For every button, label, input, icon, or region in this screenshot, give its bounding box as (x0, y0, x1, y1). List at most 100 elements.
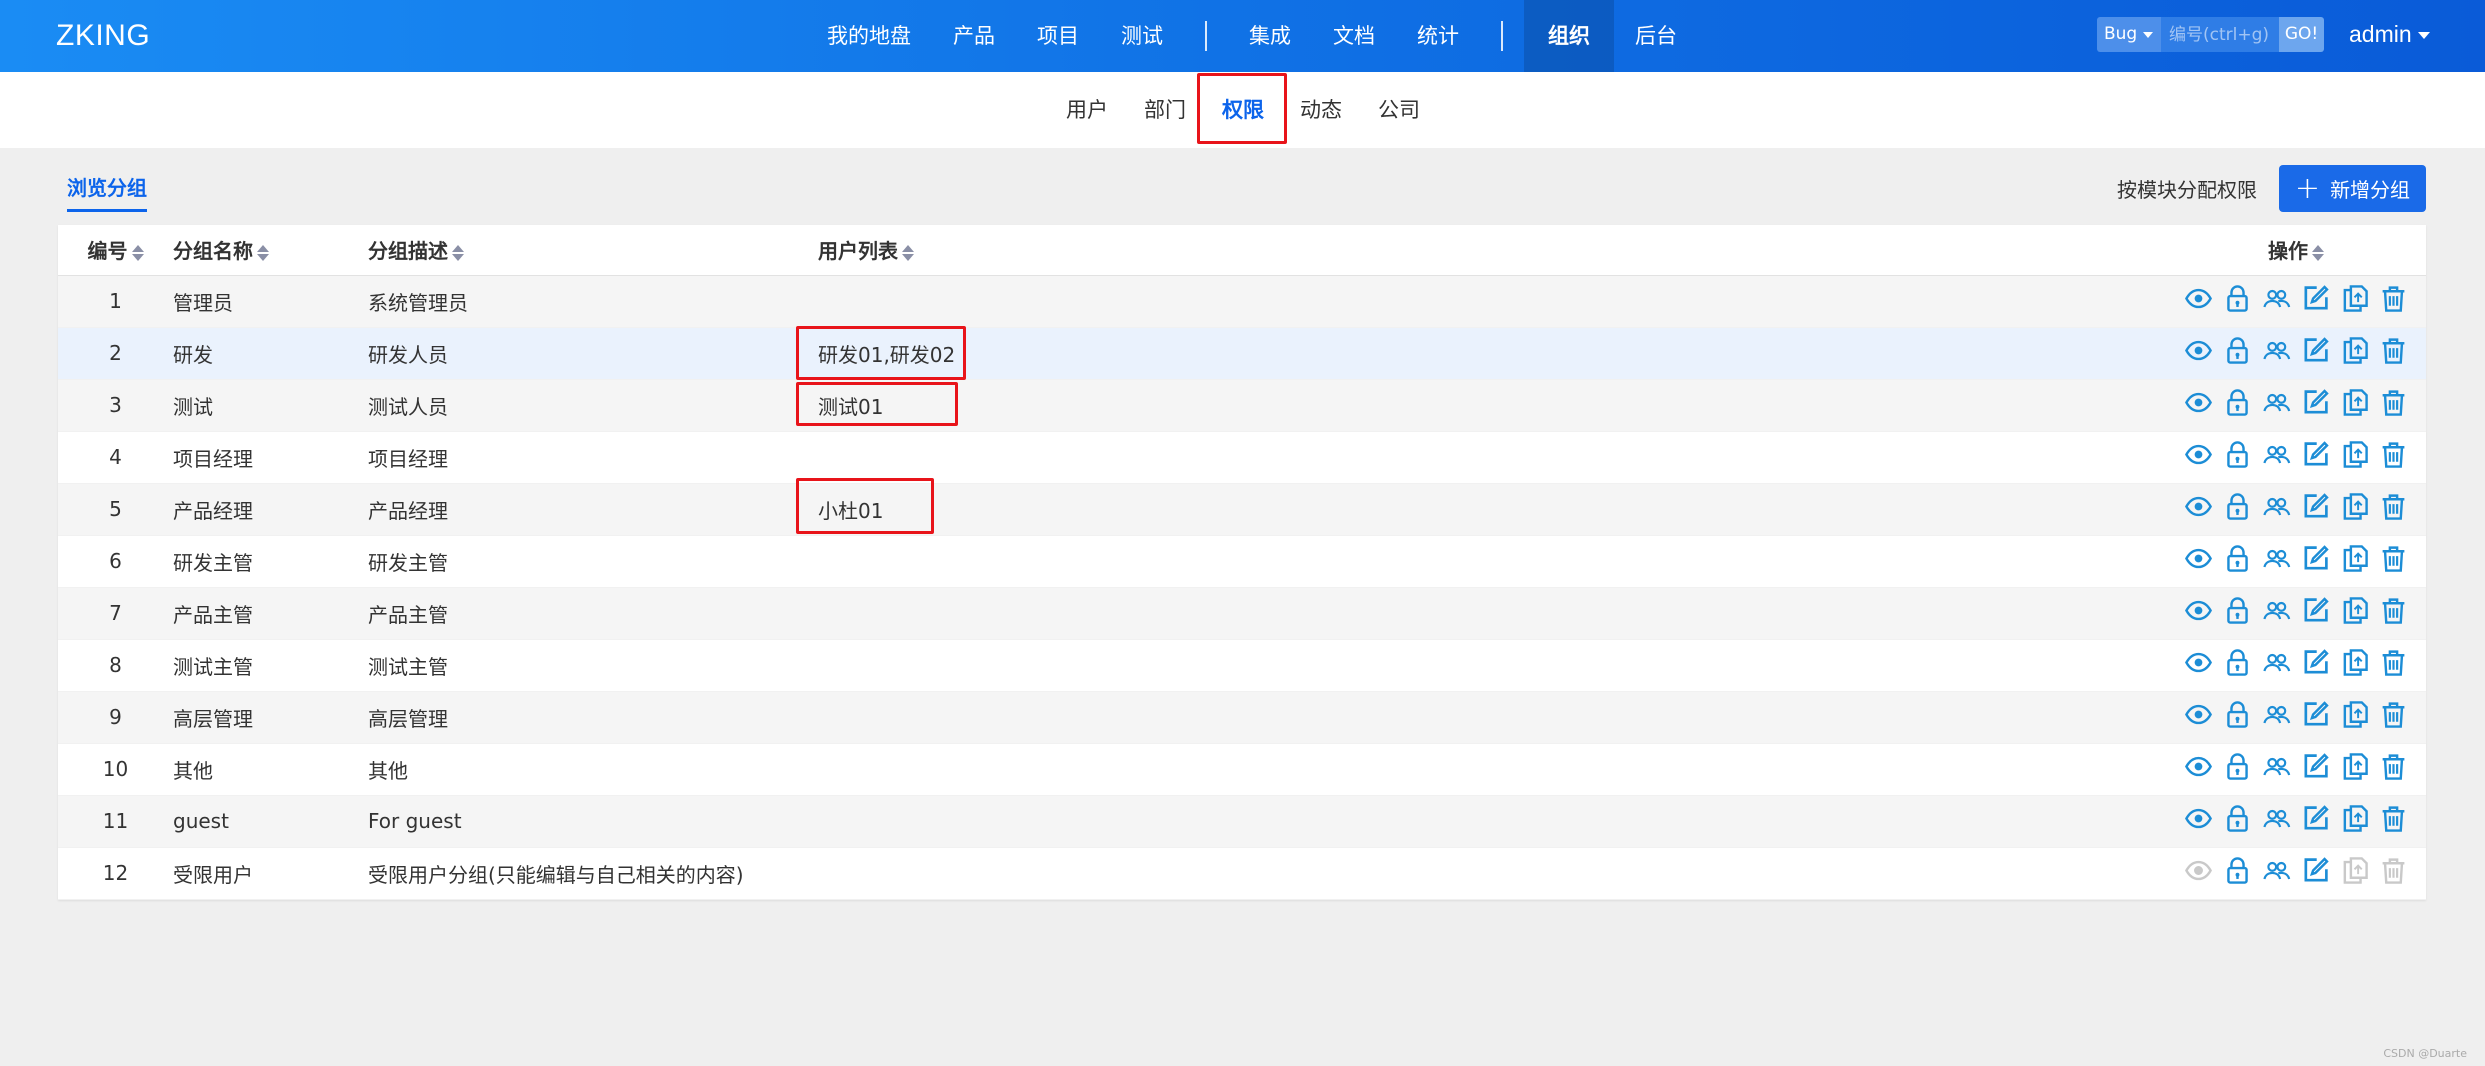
cell-name[interactable]: 研发 (173, 327, 368, 380)
eye-icon[interactable] (2184, 596, 2213, 625)
delete-icon[interactable] (2379, 440, 2408, 469)
table-row[interactable]: 11 guest For guest (58, 795, 2426, 848)
th-actions[interactable]: 操作 (2166, 225, 2426, 276)
cell-name[interactable]: 研发主管 (173, 535, 368, 588)
nav-item-project[interactable]: 项目 (1016, 0, 1100, 72)
copy-icon[interactable] (2340, 336, 2369, 365)
edit-icon[interactable] (2301, 544, 2330, 573)
lock-icon[interactable] (2223, 492, 2252, 521)
copy-icon[interactable] (2340, 804, 2369, 833)
search-input[interactable] (2161, 17, 2279, 52)
table-row[interactable]: 10 其他 其他 (58, 743, 2426, 796)
cell-name[interactable]: 测试 (173, 379, 368, 432)
nav-item-ci[interactable]: 集成 (1228, 0, 1312, 72)
table-row[interactable]: 5 产品经理 产品经理 小杜01 (58, 483, 2426, 536)
cell-name[interactable]: 受限用户 (173, 847, 368, 900)
table-row[interactable]: 7 产品主管 产品主管 (58, 587, 2426, 640)
nav-item-my[interactable]: 我的地盘 (806, 0, 932, 72)
edit-icon[interactable] (2301, 284, 2330, 313)
add-group-button[interactable]: + 新增分组 (2279, 165, 2426, 212)
cell-name[interactable]: guest (173, 795, 368, 848)
table-row[interactable]: 2 研发 研发人员 研发01,研发02 (58, 327, 2426, 380)
lock-icon[interactable] (2223, 336, 2252, 365)
subnav-item-dept[interactable]: 部门 (1126, 72, 1204, 148)
nav-item-report[interactable]: 统计 (1396, 0, 1480, 72)
edit-icon[interactable] (2301, 700, 2330, 729)
users-icon[interactable] (2262, 856, 2291, 885)
eye-icon[interactable] (2184, 752, 2213, 781)
search-go-button[interactable]: GO! (2279, 17, 2324, 52)
edit-icon[interactable] (2301, 804, 2330, 833)
browse-group-tab[interactable]: 浏览分组 (67, 172, 147, 212)
lock-icon[interactable] (2223, 544, 2252, 573)
eye-icon[interactable] (2184, 544, 2213, 573)
delete-icon[interactable] (2379, 492, 2408, 521)
table-row[interactable]: 6 研发主管 研发主管 (58, 535, 2426, 588)
copy-icon[interactable] (2340, 492, 2369, 521)
users-icon[interactable] (2262, 804, 2291, 833)
eye-icon[interactable] (2184, 284, 2213, 313)
edit-icon[interactable] (2301, 856, 2330, 885)
cell-name[interactable]: 项目经理 (173, 431, 368, 484)
cell-name[interactable]: 产品经理 (173, 483, 368, 536)
lock-icon[interactable] (2223, 440, 2252, 469)
th-id[interactable]: 编号 (58, 225, 173, 276)
eye-icon[interactable] (2184, 492, 2213, 521)
users-icon[interactable] (2262, 596, 2291, 625)
nav-item-product[interactable]: 产品 (932, 0, 1016, 72)
delete-icon[interactable] (2379, 388, 2408, 417)
lock-icon[interactable] (2223, 856, 2252, 885)
eye-icon[interactable] (2184, 440, 2213, 469)
edit-icon[interactable] (2301, 648, 2330, 677)
lock-icon[interactable] (2223, 700, 2252, 729)
table-row[interactable]: 9 高层管理 高层管理 (58, 691, 2426, 744)
cell-name[interactable]: 产品主管 (173, 587, 368, 640)
cell-name[interactable]: 管理员 (173, 275, 368, 328)
users-icon[interactable] (2262, 388, 2291, 417)
table-row[interactable]: 3 测试 测试人员 测试01 (58, 379, 2426, 432)
subnav-item-group[interactable]: 权限 (1204, 72, 1282, 148)
th-name[interactable]: 分组名称 (173, 225, 368, 276)
copy-icon[interactable] (2340, 596, 2369, 625)
delete-icon[interactable] (2379, 336, 2408, 365)
th-desc[interactable]: 分组描述 (368, 225, 818, 276)
cell-name[interactable]: 其他 (173, 743, 368, 796)
edit-icon[interactable] (2301, 336, 2330, 365)
edit-icon[interactable] (2301, 752, 2330, 781)
eye-icon[interactable] (2184, 336, 2213, 365)
copy-icon[interactable] (2340, 752, 2369, 781)
users-icon[interactable] (2262, 752, 2291, 781)
subnav-item-dynamic[interactable]: 动态 (1282, 72, 1360, 148)
brand-logo[interactable]: ZKING (56, 0, 150, 72)
eye-icon[interactable] (2184, 388, 2213, 417)
lock-icon[interactable] (2223, 804, 2252, 833)
delete-icon[interactable] (2379, 596, 2408, 625)
lock-icon[interactable] (2223, 752, 2252, 781)
delete-icon[interactable] (2379, 284, 2408, 313)
eye-icon[interactable] (2184, 804, 2213, 833)
copy-icon[interactable] (2340, 544, 2369, 573)
copy-icon[interactable] (2340, 700, 2369, 729)
nav-item-qa[interactable]: 测试 (1100, 0, 1184, 72)
delete-icon[interactable] (2379, 752, 2408, 781)
lock-icon[interactable] (2223, 284, 2252, 313)
users-icon[interactable] (2262, 336, 2291, 365)
copy-icon[interactable] (2340, 284, 2369, 313)
eye-icon[interactable] (2184, 700, 2213, 729)
users-icon[interactable] (2262, 440, 2291, 469)
nav-item-company[interactable]: 组织 (1524, 0, 1614, 72)
subnav-item-company[interactable]: 公司 (1360, 72, 1438, 148)
users-icon[interactable] (2262, 544, 2291, 573)
cell-name[interactable]: 测试主管 (173, 639, 368, 692)
edit-icon[interactable] (2301, 492, 2330, 521)
eye-icon[interactable] (2184, 648, 2213, 677)
lock-icon[interactable] (2223, 648, 2252, 677)
copy-icon[interactable] (2340, 648, 2369, 677)
assign-by-module-link[interactable]: 按模块分配权限 (2117, 174, 2257, 203)
lock-icon[interactable] (2223, 596, 2252, 625)
copy-icon[interactable] (2340, 440, 2369, 469)
table-row[interactable]: 8 测试主管 测试主管 (58, 639, 2426, 692)
nav-item-admin[interactable]: 后台 (1614, 0, 1698, 72)
table-row[interactable]: 4 项目经理 项目经理 (58, 431, 2426, 484)
edit-icon[interactable] (2301, 596, 2330, 625)
